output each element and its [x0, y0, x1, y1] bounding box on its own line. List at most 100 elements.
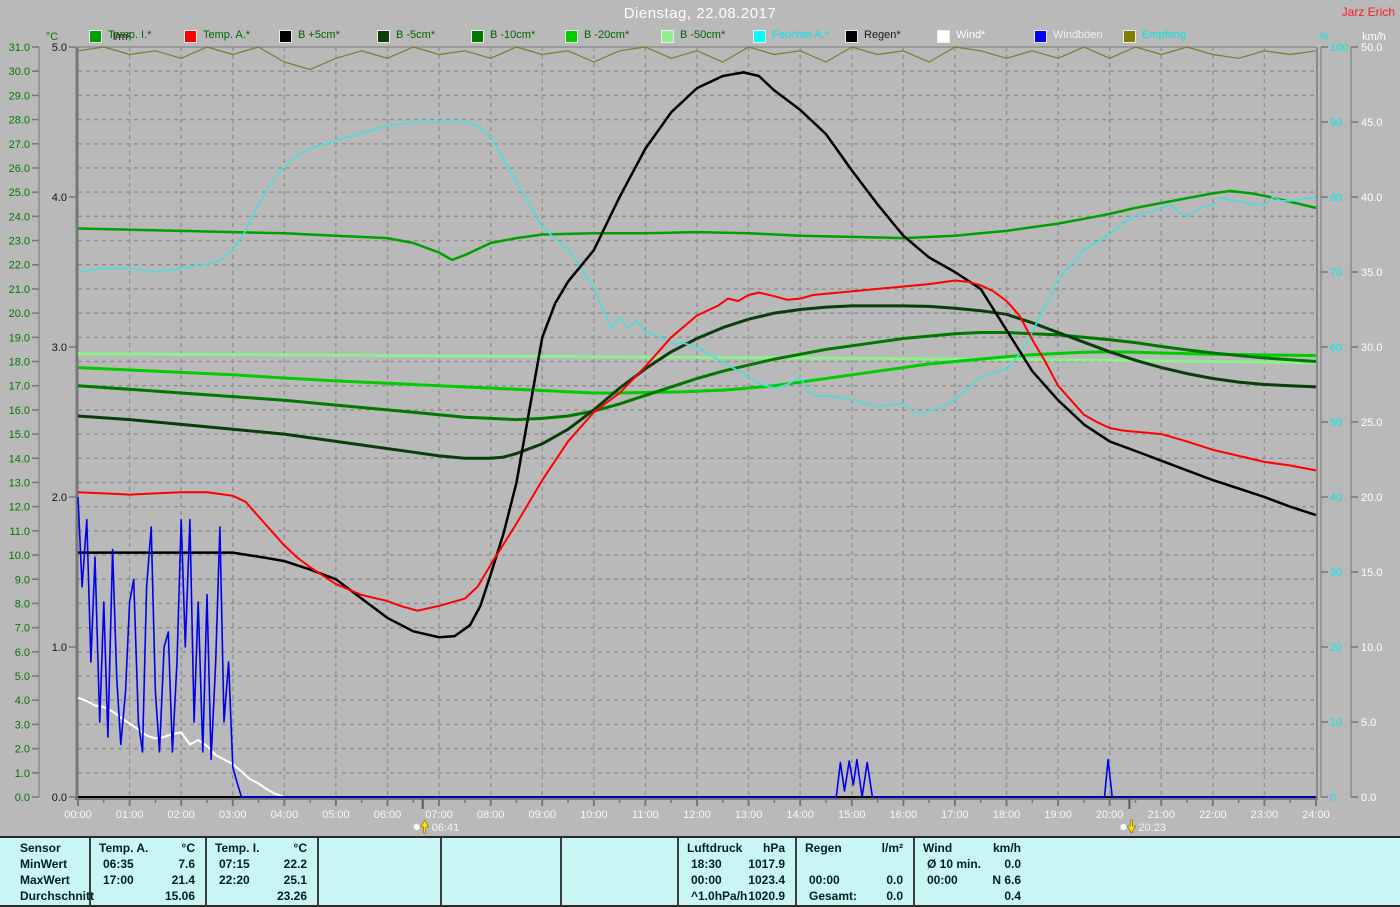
percent-tick-label: 70 [1330, 267, 1342, 279]
table-separator [205, 838, 207, 905]
hour-label: 09:00 [528, 809, 556, 821]
celsius-tick-label: 11.0 [9, 526, 30, 538]
celsius-tick-label: 17.0 [9, 381, 30, 393]
legend-item-empfang: Empfang [1123, 29, 1186, 43]
rain-tick-label: 1.0 [52, 642, 67, 654]
table-cell-value: 0.0 [886, 873, 903, 887]
sunset-icon [1119, 823, 1128, 831]
table-row-header: MaxWert [20, 873, 70, 887]
kmh-tick-label: 35.0 [1361, 267, 1382, 279]
kmh-axis-header: km/h [1362, 31, 1386, 43]
table-cell-value: 1023.4 [748, 873, 785, 887]
celsius-tick-label: 10.0 [9, 550, 30, 562]
hour-label: 10:00 [580, 809, 608, 821]
table-cell-value: 23.26 [276, 889, 307, 903]
sunset-time-label: 20:23 [1138, 822, 1166, 834]
legend-item-regen: Regen* [845, 29, 901, 43]
legend-item-b-minus5: B -5cm* [377, 29, 435, 43]
celsius-tick-label: 8.0 [15, 598, 30, 610]
legend-swatch-regen [845, 30, 858, 43]
celsius-tick-label: 22.0 [9, 260, 30, 272]
hour-label: 13:00 [735, 809, 763, 821]
rain-tick-label: 2.0 [52, 492, 67, 504]
celsius-tick-label: 3.0 [15, 719, 30, 731]
legend-item-temp-a: Temp. A.* [184, 29, 250, 43]
legend-swatch-windboeen [1034, 30, 1047, 43]
table-separator [560, 838, 562, 905]
table-col-unit: l/m² [881, 841, 903, 855]
table-cell-value: 0.0 [1004, 857, 1021, 871]
table-cell-value: 0.0 [886, 889, 903, 903]
percent-tick-label: 0 [1330, 792, 1336, 804]
legend-item-b-minus50: B -50cm* [661, 29, 725, 43]
percent-tick-label: 20 [1330, 642, 1342, 654]
table-separator [440, 838, 442, 905]
stats-table: Sensor MinWert MaxWert Durchschnitt Temp. A.… [0, 836, 1400, 907]
celsius-tick-label: 15.0 [9, 429, 30, 441]
hour-label: 03:00 [219, 809, 247, 821]
celsius-tick-label: 16.0 [9, 405, 30, 417]
table-cell-value: 0.4 [1004, 889, 1021, 903]
celsius-tick-label: 21.0 [9, 284, 30, 296]
table-row-header: MinWert [20, 857, 68, 871]
table-col-unit: km/h [992, 841, 1021, 855]
hour-label: 04:00 [271, 809, 299, 821]
legend-item-b-minus20: B -20cm* [565, 29, 629, 43]
kmh-tick-label: 45.0 [1361, 117, 1382, 129]
legend-label: Wind* [956, 29, 986, 41]
legend-item-b-minus10: B -10cm* [471, 29, 535, 43]
hour-label: 15:00 [838, 809, 866, 821]
legend-label: Empfang [1142, 29, 1187, 41]
table-cell-value: 1020.9 [748, 889, 785, 903]
hour-label: 02:00 [167, 809, 195, 821]
celsius-tick-label: 6.0 [15, 647, 30, 659]
legend-item-b-plus5: B +5cm* [279, 29, 340, 43]
percent-tick-label: 90 [1330, 117, 1342, 129]
celsius-tick-label: 7.0 [15, 623, 30, 635]
legend-label: B -10cm* [490, 29, 536, 41]
hour-label: 08:00 [477, 809, 505, 821]
legend-swatch-temp-i [89, 30, 102, 43]
celsius-tick-label: 19.0 [9, 332, 30, 344]
hour-label: 23:00 [1251, 809, 1279, 821]
kmh-tick-label: 25.0 [1361, 417, 1382, 429]
kmh-tick-label: 30.0 [1361, 342, 1382, 354]
rain-tick-label: 0.0 [52, 792, 67, 804]
table-separator [795, 838, 797, 905]
weather-app-window: { "header": {"title": "Dienstag, 22.08.2… [0, 0, 1400, 907]
legend-swatch-b-minus50 [661, 30, 674, 43]
hour-label: 00:00 [64, 809, 92, 821]
percent-tick-label: 50 [1330, 417, 1342, 429]
percent-tick-label: 40 [1330, 492, 1342, 504]
legend-label: B -5cm* [396, 29, 436, 41]
sunrise-icon [420, 819, 430, 834]
celsius-tick-label: 29.0 [9, 90, 30, 102]
hour-label: 16:00 [890, 809, 918, 821]
kmh-tick-label: 5.0 [1361, 717, 1376, 729]
legend-swatch-b-minus10 [471, 30, 484, 43]
celsius-tick-label: 5.0 [15, 671, 30, 683]
percent-axis-header: % [1319, 31, 1329, 43]
celsius-tick-label: 28.0 [9, 115, 30, 127]
hour-label: 17:00 [941, 809, 969, 821]
hour-label: 05:00 [322, 809, 350, 821]
hour-label: 07:00 [425, 809, 453, 821]
celsius-tick-label: 26.0 [9, 163, 30, 175]
table-cell-value: 25.1 [283, 873, 307, 887]
legend-item-feuchte: Feuchte A.* [753, 29, 829, 43]
rain-tick-label: 4.0 [52, 192, 67, 204]
hour-label: 01:00 [116, 809, 144, 821]
hour-label: 19:00 [1044, 809, 1072, 821]
table-col-unit: hPa [762, 841, 785, 855]
table-col-unit: °C [181, 841, 195, 855]
celsius-tick-label: 13.0 [9, 477, 30, 489]
hour-label: 20:00 [1096, 809, 1124, 821]
celsius-tick-label: 1.0 [15, 768, 30, 780]
legend-swatch-b-plus5 [279, 30, 292, 43]
table-row-header: Durchschnitt [20, 889, 95, 903]
celsius-tick-label: 4.0 [15, 695, 30, 707]
celsius-axis-header: °C [46, 31, 58, 43]
celsius-tick-label: 0.0 [15, 792, 30, 804]
table-separator [317, 838, 319, 905]
table-cell-value: 22.2 [283, 857, 307, 871]
